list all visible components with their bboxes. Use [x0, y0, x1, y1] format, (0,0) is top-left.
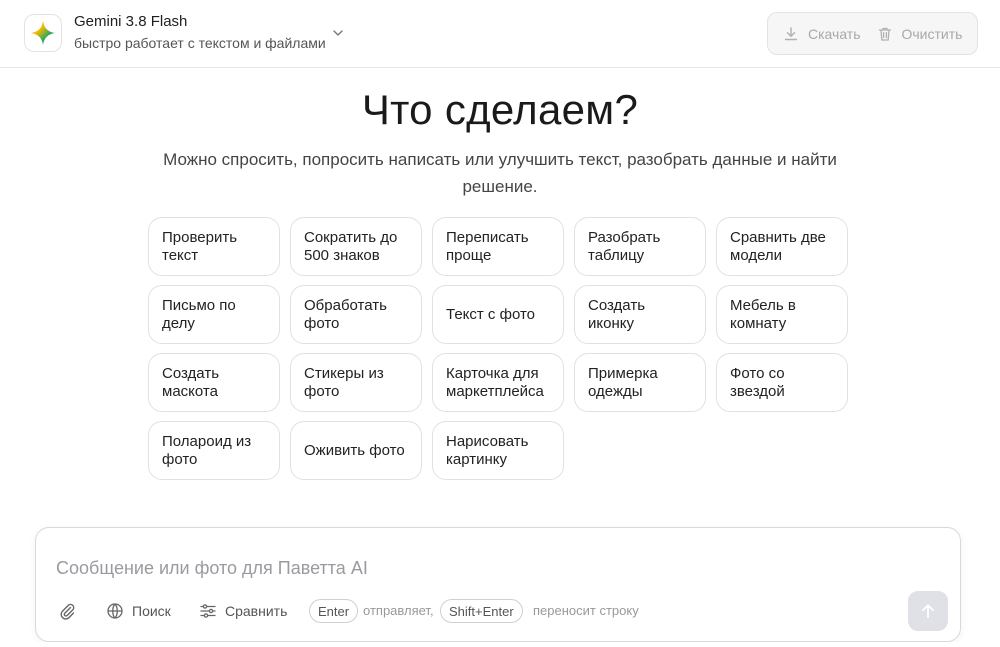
chip-furniture-room[interactable]: Мебель в комнату [716, 285, 848, 344]
model-description[interactable]: быстро работает с текстом и файлами [74, 35, 326, 51]
arrow-up-icon [922, 604, 934, 618]
chip-draw-picture[interactable]: Нарисовать картинку [432, 421, 564, 480]
chip-text-from-photo[interactable]: Текст с фото [432, 285, 564, 344]
page-footer-strip [0, 642, 1000, 647]
message-composer: Поиск Сравнить Enter отправляет, Shift+E… [35, 527, 961, 642]
chip-compare-models[interactable]: Сравнить две модели [716, 217, 848, 276]
message-input[interactable] [56, 554, 896, 582]
search-toggle[interactable]: Поиск [106, 600, 171, 622]
page-subtitle: Можно спросить, попросить написать или у… [163, 150, 837, 196]
gemini-sparkle-icon[interactable] [24, 14, 62, 52]
search-label: Поиск [132, 603, 171, 619]
send-button[interactable] [908, 591, 948, 631]
download-icon [784, 26, 798, 40]
enter-key-badge: Enter [309, 599, 359, 623]
suggestion-chips: Проверить текст Сократить до 500 знаков … [148, 217, 848, 480]
clear-button[interactable]: Очистить [877, 25, 963, 42]
top-bar: Gemini 3.8 Flash быстро работает с текст… [0, 0, 1000, 68]
attach-button[interactable] [58, 600, 76, 622]
sliders-icon [200, 604, 216, 618]
enter-hint: отправляет, [363, 603, 434, 618]
model-name[interactable]: Gemini 3.8 Flash [74, 13, 187, 30]
compare-toggle[interactable]: Сравнить [199, 600, 287, 622]
chip-create-mascot[interactable]: Создать маскота [148, 353, 280, 412]
chip-marketplace-card[interactable]: Карточка для маркетплейса [432, 353, 564, 412]
chip-animate-photo[interactable]: Оживить фото [290, 421, 422, 480]
page-title: Что сделаем? [361, 86, 639, 133]
chip-shorten[interactable]: Сократить до 500 знаков [290, 217, 422, 276]
globe-icon [107, 603, 123, 619]
chip-stickers-from-photo[interactable]: Стикеры из фото [290, 353, 422, 412]
download-label: Скачать [808, 25, 861, 42]
chip-edit-photo[interactable]: Обработать фото [290, 285, 422, 344]
chip-parse-table[interactable]: Разобрать таблицу [574, 217, 706, 276]
chip-check-text[interactable]: Проверить текст [148, 217, 280, 276]
shift-enter-hint: переносит строку [533, 603, 639, 618]
chip-photo-with-star[interactable]: Фото со звездой [716, 353, 848, 412]
chip-rewrite-simpler[interactable]: Переписать проще [432, 217, 564, 276]
chip-polaroid[interactable]: Полароид из фото [148, 421, 280, 480]
download-button[interactable]: Скачать [783, 26, 861, 42]
shift-enter-key-badge: Shift+Enter [440, 599, 523, 623]
trash-icon [878, 27, 891, 41]
clear-label: Очистить [901, 25, 963, 42]
chip-business-letter[interactable]: Письмо по делу [148, 285, 280, 344]
chip-create-icon[interactable]: Создать иконку [574, 285, 706, 344]
chevron-down-icon[interactable] [331, 26, 345, 40]
compare-label: Сравнить [225, 603, 288, 619]
paperclip-icon [60, 603, 75, 620]
chip-try-on-clothes[interactable]: Примерка одежды [574, 353, 706, 412]
header-actions: Скачать Очистить [767, 12, 978, 55]
